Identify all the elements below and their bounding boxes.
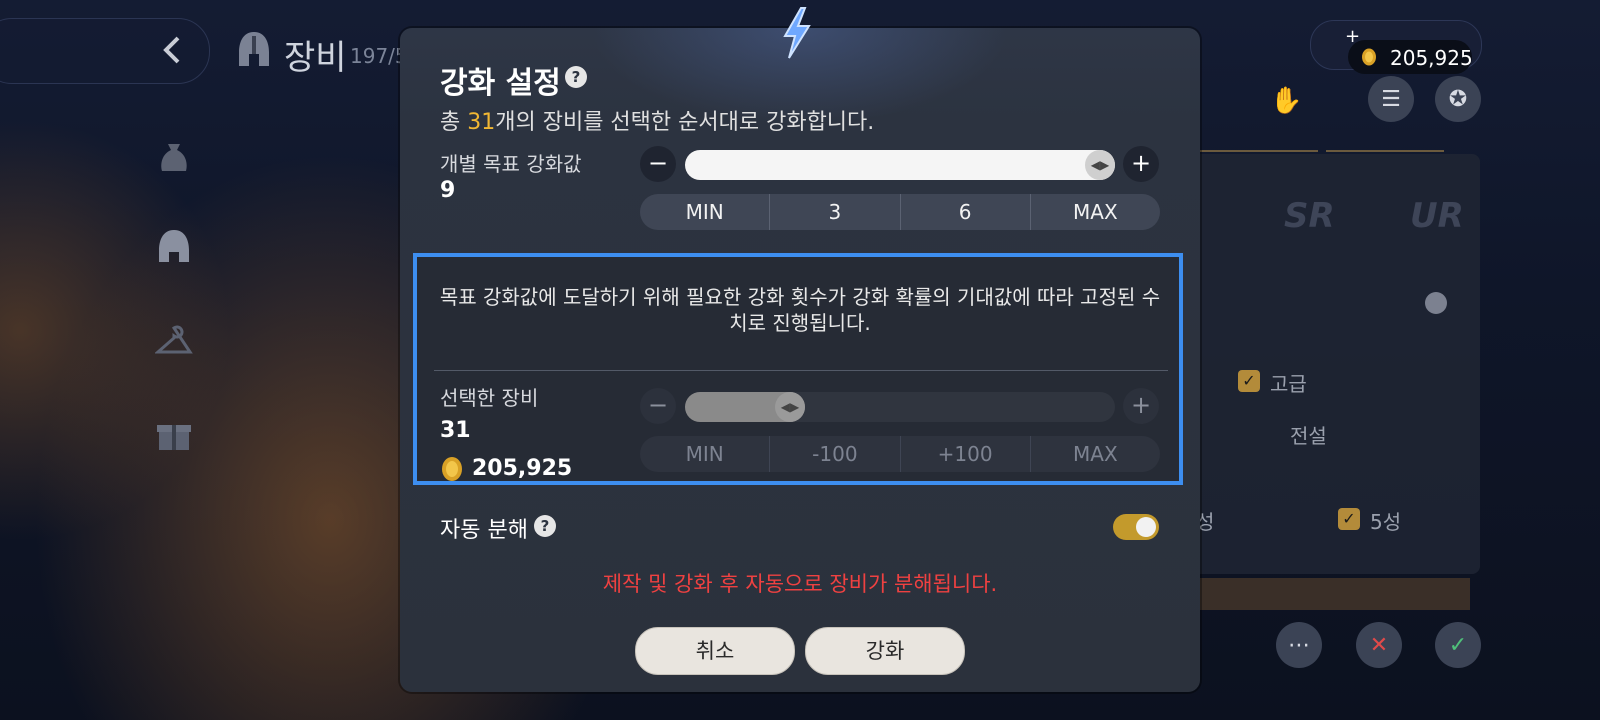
helmet-icon [239, 32, 269, 66]
target-slider-fill [685, 150, 1115, 180]
filter-label-advanced: 고급 [1270, 372, 1307, 396]
page-title: 장비 [284, 38, 347, 78]
gold-coin-icon [1362, 48, 1376, 66]
hand-icon: ✋ [1270, 86, 1303, 116]
gold-amount: 205,925 [1390, 46, 1473, 70]
preset-plus-100-button[interactable]: +100 [901, 436, 1031, 472]
checkbox-advanced[interactable]: ✓ [1238, 370, 1260, 392]
preset-max-button[interactable]: MAX [1031, 436, 1160, 472]
divider [434, 370, 1168, 371]
selected-increase-button[interactable]: + [1123, 388, 1159, 424]
preset-6-button[interactable]: 6 [901, 194, 1031, 230]
lightning-emblem-icon [783, 7, 811, 59]
equipment-strip [1200, 578, 1470, 610]
bag-icon[interactable] [155, 138, 193, 176]
gold-balance: 205,925 [1348, 40, 1473, 74]
slider-dot[interactable] [1425, 292, 1447, 314]
target-decrease-button[interactable]: − [640, 146, 676, 182]
selected-equipment-label: 선택한 장비 [440, 386, 539, 410]
auto-dismantle-help-icon[interactable]: ? [534, 515, 556, 537]
grade-sr-label[interactable]: SR [1284, 196, 1335, 236]
dismantle-warning: 제작 및 강화 후 자동으로 장비가 분해됩니다. [602, 572, 998, 596]
dialog-title: 강화 설정 [440, 66, 561, 101]
selected-slider-knob[interactable]: ◀▶ [775, 392, 805, 422]
medal-button[interactable]: ✪ [1435, 76, 1481, 122]
filter-label-5star: 5성 [1370, 510, 1402, 534]
selected-equipment-count: 31 [440, 418, 471, 443]
preset-min-button[interactable]: MIN [640, 194, 771, 230]
toggle-knob [1136, 517, 1156, 537]
auto-dismantle-toggle[interactable] [1113, 514, 1159, 540]
checkbox-5star[interactable]: ✓ [1338, 508, 1360, 530]
auto-dismantle-label: 자동 분해 [440, 518, 528, 543]
selected-decrease-button[interactable]: − [640, 388, 676, 424]
selected-preset-bar: MIN -100 +100 MAX [640, 436, 1160, 472]
selected-gold-cost: 205,925 [472, 456, 573, 481]
filter-button[interactable]: ☰ [1368, 76, 1414, 122]
back-arrow-icon[interactable] [160, 36, 184, 64]
equipment-count: 197/5 [350, 44, 408, 68]
upgrade-button[interactable]: 강화 [805, 627, 965, 675]
filter-tab[interactable] [1326, 150, 1444, 172]
check-button[interactable]: ✓ [1435, 622, 1481, 668]
desc-prefix: 총 [440, 110, 468, 135]
info-text: 목표 강화값에 도달하기 위해 필요한 강화 횟수가 강화 확률의 기대값에 따… [439, 285, 1161, 335]
helmet-nav-icon[interactable] [155, 228, 193, 266]
preset-minus-100-button[interactable]: -100 [770, 436, 901, 472]
more-button[interactable]: ⋯ [1276, 622, 1322, 668]
target-slider-knob[interactable]: ◀▶ [1085, 150, 1115, 180]
target-preset-bar: MIN 3 6 MAX [640, 194, 1160, 230]
desc-suffix: 개의 장비를 선택한 순서대로 강화합니다. [495, 110, 875, 135]
help-icon[interactable]: ? [565, 66, 587, 88]
gold-coin-icon [442, 457, 462, 481]
target-increase-button[interactable]: + [1123, 146, 1159, 182]
preset-3-button[interactable]: 3 [770, 194, 901, 230]
desc-count: 31 [467, 110, 496, 135]
target-level-value: 9 [440, 178, 456, 203]
close-button[interactable]: ✕ [1356, 622, 1402, 668]
filter-label-legend: 전설 [1290, 424, 1327, 448]
filter-tab[interactable] [1200, 150, 1318, 172]
cancel-button[interactable]: 취소 [635, 627, 795, 675]
target-level-label: 개별 목표 강화값 [440, 152, 582, 176]
hanger-icon[interactable] [154, 322, 193, 360]
preset-max-button[interactable]: MAX [1031, 194, 1160, 230]
grade-ur-label[interactable]: UR [1410, 196, 1464, 236]
dialog-description: 총 31개의 장비를 선택한 순서대로 강화합니다. [440, 104, 874, 136]
gift-box-icon[interactable] [155, 416, 193, 454]
preset-min-button[interactable]: MIN [640, 436, 771, 472]
